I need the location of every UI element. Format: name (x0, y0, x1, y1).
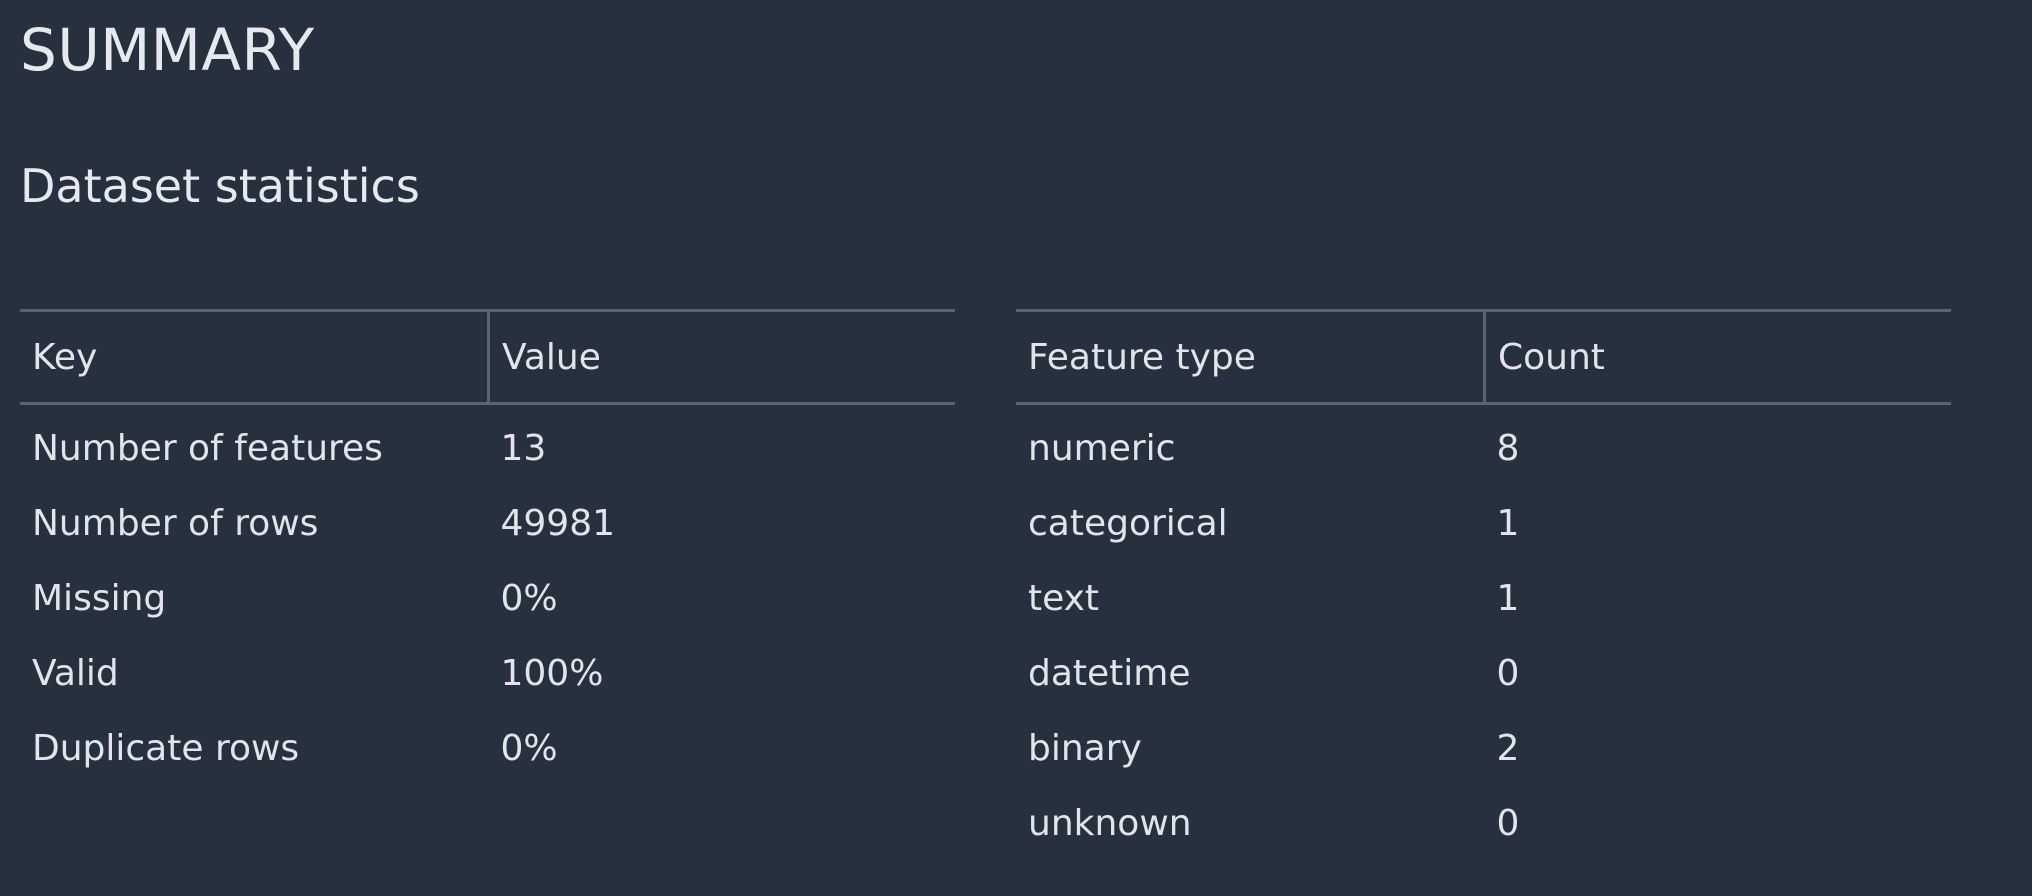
row-key: Valid (32, 653, 119, 694)
column-header-feature-type: Feature type (1016, 309, 1486, 405)
row-feature-type: categorical (1028, 503, 1228, 544)
feature-type-table: Feature type Count numeric 8 categorical… (1016, 309, 1951, 861)
table-row: Duplicate rows 0% (20, 711, 955, 786)
row-key: Missing (32, 578, 167, 619)
dataset-statistics-table: Key Value Number of features 13 Number o… (20, 309, 955, 786)
table-row: Valid 100% (20, 636, 955, 711)
row-value: 0% (500, 728, 558, 769)
row-count: 0 (1496, 653, 1520, 694)
table-row: unknown 0 (1016, 786, 1951, 861)
row-count: 2 (1496, 728, 1520, 769)
table-row: Number of rows 49981 (20, 486, 955, 561)
column-header-value: Value (488, 309, 955, 405)
table-header-row: Feature type Count (1016, 309, 1951, 405)
row-feature-type: datetime (1028, 653, 1191, 694)
row-key: Number of rows (32, 503, 319, 544)
summary-page: SUMMARY Dataset statistics Key Value Num… (0, 0, 2032, 896)
row-key: Duplicate rows (32, 728, 300, 769)
row-feature-type: binary (1028, 728, 1142, 769)
table-row: categorical 1 (1016, 486, 1951, 561)
page-title: SUMMARY (20, 16, 315, 84)
table-row: text 1 (1016, 561, 1951, 636)
row-value: 100% (500, 653, 604, 694)
column-header-key: Key (20, 309, 490, 405)
row-key: Number of features (32, 428, 383, 469)
table-row: binary 2 (1016, 711, 1951, 786)
row-feature-type: numeric (1028, 428, 1176, 469)
row-feature-type: text (1028, 578, 1100, 619)
table-row: datetime 0 (1016, 636, 1951, 711)
row-value: 13 (500, 428, 547, 469)
row-count: 8 (1496, 428, 1520, 469)
section-title: Dataset statistics (20, 159, 420, 213)
table-row: Missing 0% (20, 561, 955, 636)
row-count: 0 (1496, 803, 1520, 844)
row-value: 0% (500, 578, 558, 619)
table-row: numeric 8 (1016, 404, 1951, 487)
table-row: Number of features 13 (20, 404, 955, 487)
column-header-count: Count (1484, 309, 1951, 405)
row-count: 1 (1496, 578, 1520, 619)
table-header-row: Key Value (20, 309, 955, 405)
row-feature-type: unknown (1028, 803, 1192, 844)
row-count: 1 (1496, 503, 1520, 544)
row-value: 49981 (500, 503, 616, 544)
